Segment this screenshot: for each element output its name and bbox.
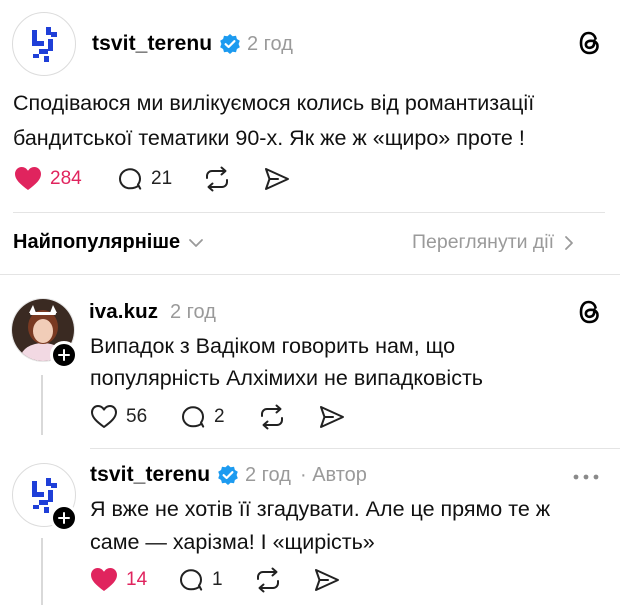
repost-icon: [261, 404, 283, 430]
heart-outline-icon: [91, 405, 117, 428]
repost-icon: [206, 166, 228, 192]
view-activity-link[interactable]: Переглянути дії: [412, 231, 574, 254]
comment2-repost-button[interactable]: [254, 567, 282, 598]
post-time: 2 год: [247, 33, 293, 55]
comment2-text-line1: Я вже не хотів її згадувати. Але це прям…: [90, 497, 551, 521]
post-text-line1: Сподіваюся ми вилікуємося колись від ром…: [13, 91, 535, 115]
post-username[interactable]: tsvit_terenu: [92, 32, 212, 56]
comment2-share-button[interactable]: [313, 567, 341, 598]
comment2-reply-button[interactable]: 1: [178, 567, 223, 593]
heart-filled-icon: [15, 167, 41, 190]
comment2-time: 2 год: [245, 464, 291, 486]
comment1-repost-button[interactable]: [258, 404, 286, 435]
comment2-thread-line: [41, 538, 43, 605]
post-text-line2: бандитської тематики 90-х. Як же ж «щиро…: [13, 126, 525, 150]
comment1-follow-button[interactable]: [50, 341, 78, 369]
chevron-down-icon: [189, 238, 204, 247]
comment2-reply-count: 1: [212, 569, 223, 590]
post-like-button[interactable]: 284: [14, 166, 82, 191]
post-repost-button[interactable]: [203, 166, 231, 197]
comment-icon: [119, 168, 142, 190]
plus-icon: [58, 512, 70, 524]
send-icon: [320, 406, 344, 428]
verified-badge-icon: [219, 33, 241, 55]
comment1-threads-icon[interactable]: [578, 298, 602, 331]
sort-divider: [0, 274, 620, 275]
comment1-time: 2 год: [170, 301, 216, 323]
tsvit-logo-icon: [32, 27, 57, 62]
post-avatar[interactable]: [12, 12, 76, 76]
comment1-divider: [90, 448, 620, 449]
post-share-button[interactable]: [263, 166, 291, 197]
comment-icon: [182, 406, 205, 428]
comment1-username[interactable]: iva.kuz: [89, 300, 158, 324]
threads-logo-icon[interactable]: [578, 29, 602, 62]
send-icon: [315, 569, 339, 591]
send-icon: [265, 168, 289, 190]
comment2-username[interactable]: tsvit_terenu: [90, 463, 210, 487]
comment2-author-tag: · Автор: [300, 464, 367, 486]
post-reply-button[interactable]: 21: [117, 166, 172, 192]
chevron-right-icon: [565, 235, 573, 250]
comment1-text-line1: Випадок з Вадіком говорить нам, що: [90, 334, 456, 358]
heart-filled-icon: [91, 568, 117, 591]
comment1-thread-line: [41, 375, 43, 435]
comment1-share-button[interactable]: [318, 404, 346, 435]
repost-icon: [257, 567, 279, 593]
sort-dropdown[interactable]: Найпопулярніше: [13, 231, 204, 254]
comment2-like-button[interactable]: 14: [90, 567, 147, 592]
comment1-like-button[interactable]: 56: [90, 404, 147, 429]
comment2-more-icon[interactable]: [572, 468, 600, 486]
comment1-reply-button[interactable]: 2: [180, 404, 225, 430]
view-activity-label: Переглянути дії: [412, 231, 555, 253]
post-divider: [13, 212, 605, 213]
comment-icon: [180, 569, 203, 591]
comment1-text-line2: популярність Алхімихи не випадковість: [90, 366, 484, 390]
post-reply-count: 21: [151, 168, 173, 189]
comment2-text-line2: саме — харізма! І «щирість»: [90, 530, 375, 554]
comment2-verified-badge-icon: [217, 464, 239, 486]
plus-icon: [58, 349, 70, 361]
comment1-reply-count: 2: [214, 406, 225, 427]
post-like-count: 284: [50, 167, 82, 189]
comment1-like-count: 56: [126, 405, 148, 427]
sort-label: Найпопулярніше: [13, 231, 181, 253]
comment2-follow-button[interactable]: [50, 504, 78, 532]
comment2-like-count: 14: [126, 568, 148, 590]
